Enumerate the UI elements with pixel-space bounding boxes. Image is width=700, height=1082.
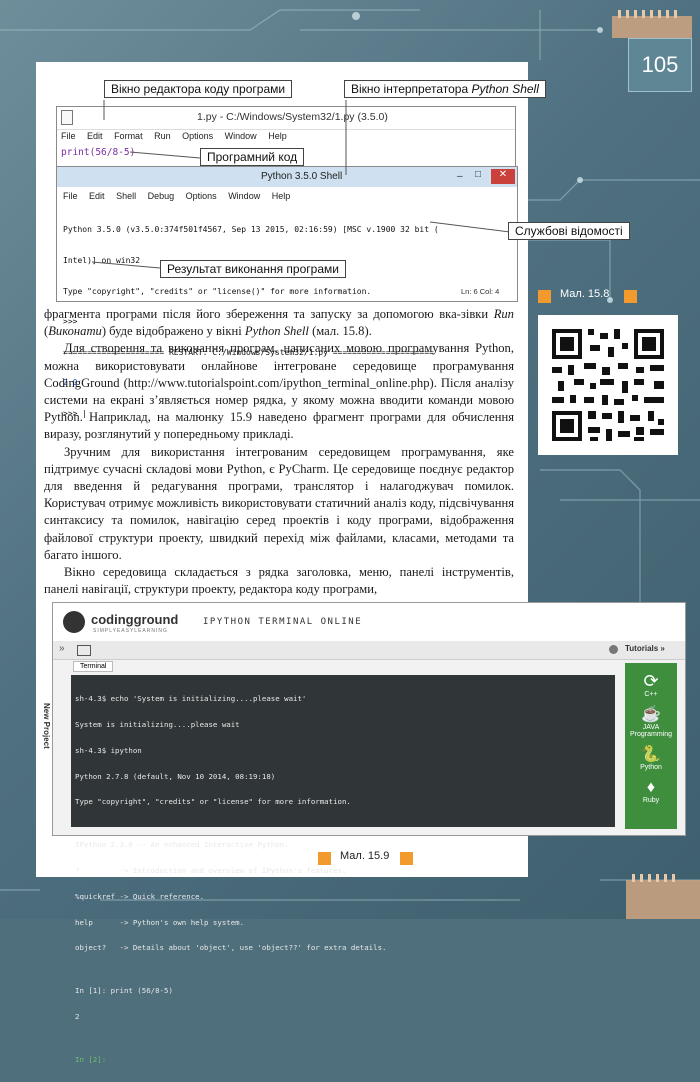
qr-code-image	[552, 329, 664, 441]
terminal-line: In [2]:	[75, 1055, 107, 1065]
terminal-line: In [1]: print (56/8-5)	[75, 986, 173, 996]
new-project-sidetab[interactable]: New Project	[42, 703, 51, 773]
tutorial-ruby[interactable]: ♦ Ruby	[625, 779, 677, 804]
qr-code[interactable]	[538, 315, 678, 455]
terminal-line: sh-4.3$ echo 'System is initializing....…	[75, 694, 307, 704]
codingground-screenshot: codingground SIMPLYEASYLEARNING IPYTHON …	[42, 602, 686, 1064]
callout-interpreter-window: Вікно інтерпретатора Python Shell	[344, 80, 546, 98]
terminal-line: object? -> Details about 'object', use '…	[75, 943, 387, 953]
ruby-icon: ♦	[646, 779, 656, 796]
terminal-line: help -> Python's own help system.	[75, 917, 245, 927]
caption-marker-right	[624, 290, 637, 303]
callout-service-info: Службові відомості	[508, 222, 630, 240]
codingground-logo-sub: SIMPLYEASYLEARNING	[93, 628, 168, 634]
body-paragraphs: фрагмента програми після його збереження…	[44, 306, 514, 598]
cpp-label: C++	[644, 691, 658, 698]
callout-interpreter-name: Python Shell	[471, 82, 539, 96]
python-label: Python	[640, 764, 662, 771]
caption-15-9-marker-right	[400, 852, 413, 865]
terminal-line: %quickref -> Quick reference.	[75, 891, 205, 901]
p1-execute: Виконати	[48, 324, 102, 339]
paragraph-1: фрагмента програми після його збереження…	[44, 306, 514, 340]
codingground-logo: codingground	[91, 612, 179, 627]
cg-header-title: IPYTHON TERMINAL ONLINE	[203, 617, 363, 627]
tutorials-label[interactable]: Tutorials »	[625, 644, 665, 653]
p1-line-a: фрагмента програми після його збереження…	[44, 307, 461, 321]
python-icon: 🐍	[641, 746, 661, 763]
p1-shell: Python Shell	[244, 324, 309, 339]
terminal-line: Python 2.7.8 (default, Nov 10 2014, 08:1…	[75, 771, 276, 781]
tutorial-java[interactable]: ☕ JAVA Programming	[625, 706, 677, 738]
java-label: JAVA Programming	[629, 724, 672, 738]
cpp-icon: ⟳	[643, 671, 659, 691]
collapse-icon[interactable]: »	[59, 643, 65, 654]
paragraph-2: Для створення та виконання програм, напи…	[44, 341, 514, 442]
caption-marker-left	[538, 290, 551, 303]
callout-program-code: Програмний код	[200, 148, 305, 166]
callout-editor-window: Вікно редактора коду програми	[104, 80, 293, 98]
figure-15-8-caption: Мал. 15.8	[560, 288, 610, 300]
java-icon: ☕	[641, 706, 661, 723]
caption-15-9-marker-left	[318, 852, 331, 865]
p1-mid2: ) буде відображено у вікні	[101, 324, 245, 339]
tutorials-text: Tutorials	[625, 644, 659, 653]
terminal-toggle-icon[interactable]	[77, 645, 91, 656]
cg-toolbar: » Tutorials »	[53, 641, 685, 660]
callout-interpreter-prefix: Вікно інтерпретатора	[351, 82, 472, 96]
tutorials-sidebar: ⟳ C++ ☕ JAVA Programming 🐍 Python ♦ Ruby	[625, 663, 677, 829]
terminal-line: IPython 2.3.0 -- An enhanced Interactive…	[75, 840, 289, 850]
ruby-label: Ruby	[642, 797, 660, 804]
terminal-line: System is initializing....please wait	[75, 719, 240, 729]
cg-header: codingground SIMPLYEASYLEARNING IPYTHON …	[53, 603, 685, 642]
tutorial-python[interactable]: 🐍 Python	[625, 746, 677, 771]
figure-15-9-caption: Мал. 15.9	[340, 850, 390, 862]
p1-end: (мал. 15.8).	[308, 324, 372, 339]
terminal-line: Type "copyright", "credits" or "license"…	[75, 797, 351, 807]
codingground-logo-icon	[63, 611, 85, 633]
p1-run: Run	[493, 307, 514, 321]
p1-prefix: зівки	[460, 307, 494, 321]
terminal-tab[interactable]: Terminal	[73, 661, 114, 672]
paragraph-3: Зручним для використання інтегрованим се…	[44, 444, 514, 562]
callout-result: Результат виконання програми	[160, 260, 346, 278]
tutorial-cpp[interactable]: ⟳ C++	[625, 671, 677, 698]
paragraph-4: Вікно середовища складається з рядка заг…	[44, 565, 514, 597]
terminal-line: sh-4.3$ ipython	[75, 745, 142, 755]
terminal-line: 2	[75, 1012, 80, 1022]
terminal-output[interactable]: sh-4.3$ echo 'System is initializing....…	[71, 675, 615, 1064]
terminal-line: ? -> Introduction and overview of IPytho…	[75, 866, 347, 876]
settings-icon[interactable]	[609, 645, 618, 654]
